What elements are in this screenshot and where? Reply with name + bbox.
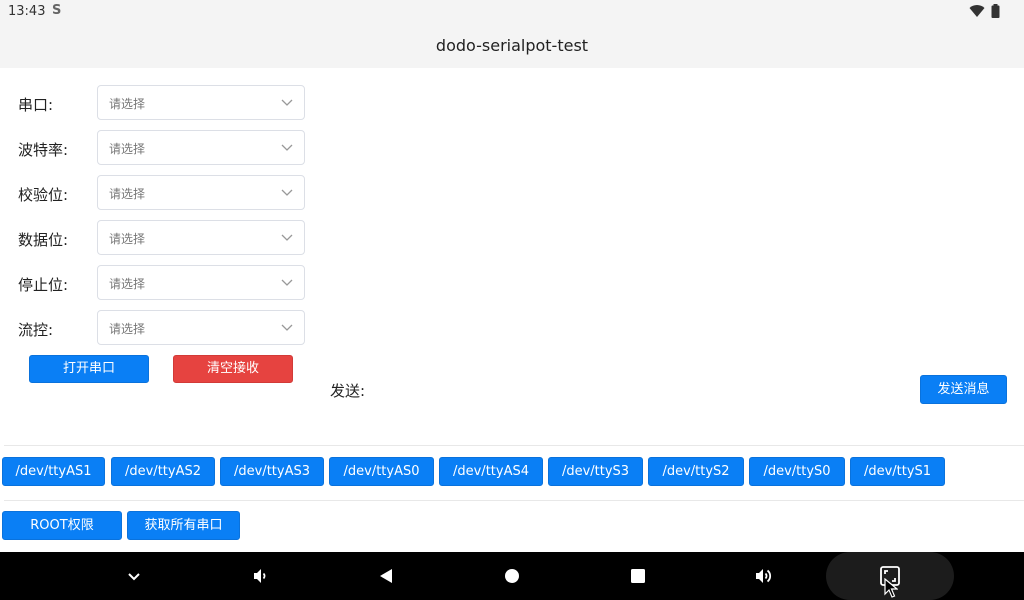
baud-rate-label: 波特率: — [18, 141, 69, 159]
port-button-ttyAS0[interactable]: /dev/ttyAS0 — [329, 457, 434, 486]
stop-bits-select[interactable]: 请选择 — [97, 265, 305, 300]
wifi-icon — [969, 5, 985, 18]
divider — [4, 500, 1024, 501]
port-label: 串口: — [18, 96, 54, 114]
chevron-down-icon — [281, 324, 293, 331]
port-select[interactable]: 请选择 — [97, 85, 305, 120]
flow-control-select[interactable]: 请选择 — [97, 310, 305, 345]
divider — [4, 445, 1024, 446]
baud-rate-select[interactable]: 请选择 — [97, 130, 305, 165]
port-button-ttyAS2[interactable]: /dev/ttyAS2 — [111, 457, 215, 486]
get-all-ports-button[interactable]: 获取所有串口 — [127, 511, 240, 540]
stop-bits-select-placeholder: 请选择 — [109, 277, 146, 291]
stop-bits-label: 停止位: — [18, 276, 69, 294]
root-permission-button[interactable]: ROOT权限 — [2, 511, 122, 540]
volume-down-icon[interactable] — [248, 564, 272, 588]
clear-receive-button[interactable]: 清空接收 — [173, 355, 293, 383]
port-button-ttyAS3[interactable]: /dev/ttyAS3 — [220, 457, 324, 486]
back-icon[interactable] — [374, 564, 398, 588]
parity-select-placeholder: 请选择 — [109, 187, 146, 201]
port-button-ttyAS4[interactable]: /dev/ttyAS4 — [439, 457, 543, 486]
volume-up-icon[interactable] — [752, 564, 776, 588]
app-title-bar: dodo-serialpot-test — [0, 24, 1024, 68]
chevron-down-icon — [281, 144, 293, 151]
status-time: 13:43 — [8, 4, 46, 19]
flow-control-select-placeholder: 请选择 — [109, 322, 146, 336]
port-button-ttyS3[interactable]: /dev/ttyS3 — [548, 457, 643, 486]
parity-label: 校验位: — [18, 186, 69, 204]
status-bar: 13:43 S — [0, 0, 1024, 24]
port-button-ttyS2[interactable]: /dev/ttyS2 — [648, 457, 744, 486]
port-select-placeholder: 请选择 — [109, 97, 146, 111]
sync-status-icon: S — [52, 3, 62, 18]
app-title: dodo-serialpot-test — [435, 36, 589, 55]
port-button-ttyAS1[interactable]: /dev/ttyAS1 — [2, 457, 105, 486]
cursor-icon — [884, 578, 898, 598]
data-bits-select[interactable]: 请选择 — [97, 220, 305, 255]
data-bits-select-placeholder: 请选择 — [109, 232, 146, 246]
chevron-down-icon — [281, 99, 293, 106]
send-label: 发送: — [330, 382, 366, 400]
port-button-ttyS0[interactable]: /dev/ttyS0 — [749, 457, 845, 486]
baud-rate-select-placeholder: 请选择 — [109, 142, 146, 156]
recents-icon[interactable] — [626, 564, 650, 588]
open-port-button[interactable]: 打开串口 — [29, 355, 149, 383]
port-button-ttyS1[interactable]: /dev/ttyS1 — [850, 457, 945, 486]
chevron-down-icon — [281, 234, 293, 241]
system-navigation-bar — [0, 552, 1024, 600]
status-icons — [969, 4, 1000, 18]
chevron-down-icon — [281, 189, 293, 196]
home-icon[interactable] — [500, 564, 524, 588]
flow-control-label: 流控: — [18, 321, 54, 339]
send-message-button[interactable]: 发送消息 — [920, 375, 1007, 404]
parity-select[interactable]: 请选择 — [97, 175, 305, 210]
battery-icon — [991, 4, 1000, 18]
chevron-down-icon[interactable] — [122, 564, 146, 588]
data-bits-label: 数据位: — [18, 231, 69, 249]
chevron-down-icon — [281, 279, 293, 286]
